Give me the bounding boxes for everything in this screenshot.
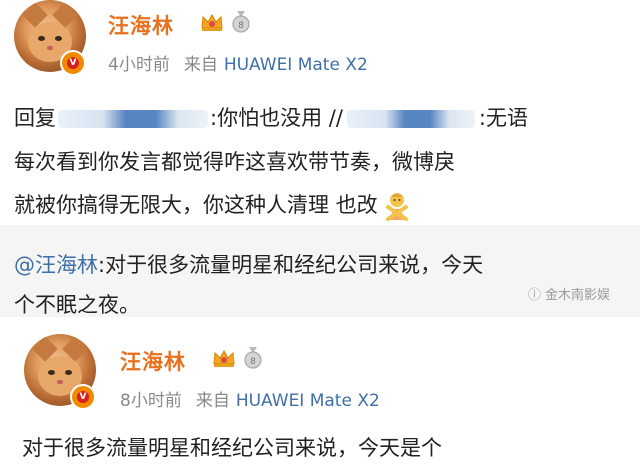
medal-badge-icon[interactable]: 8: [243, 347, 263, 369]
avatar-cat-nose: [47, 46, 53, 50]
crossed-arms-emoji-icon: [385, 193, 408, 221]
mention-link[interactable]: @汪海林: [14, 253, 98, 277]
from-label: 来自: [195, 391, 230, 411]
avatar-cat-eye: [65, 370, 72, 375]
repost-box[interactable]: @汪海林:对于很多流量明星和经纪公司来说，今天 个不眠之夜。: [0, 225, 640, 317]
reply-text: :无语: [478, 106, 528, 130]
repost-text: :对于很多流量明星和经纪公司来说，今天: [98, 253, 484, 277]
watermark-icon: ⓘ: [527, 288, 545, 303]
watermark: ⓘ 金木南影娱: [528, 284, 610, 303]
post-text: 就被你搞得无限大，你这种人清理 也改: [14, 193, 378, 217]
post-meta: 4小时前 来自 HUAWEI Mate X2: [108, 50, 368, 75]
crown-badge-icon[interactable]: [212, 348, 236, 368]
repost-line: 个不眠之夜。: [14, 293, 140, 317]
avatar-cat-eye: [38, 36, 45, 41]
username[interactable]: 汪海林: [120, 346, 186, 376]
post-text-line: 每次看到你发言都觉得咋这喜欢带节奏，微博戾: [14, 150, 455, 174]
verified-badge-icon: V: [60, 50, 86, 76]
repost-line: @汪海林:对于很多流量明星和经纪公司来说，今天: [14, 249, 483, 279]
crown-badge-icon[interactable]: [200, 12, 224, 32]
avatar-cat-eye: [55, 36, 62, 41]
svg-text:8: 8: [238, 21, 244, 31]
reply-prefix: 回复: [14, 106, 56, 130]
reply-line: 回复 :你怕也没用 // :无语: [14, 102, 528, 132]
avatar-cat-nose: [57, 380, 63, 384]
medal-badge-icon[interactable]: 8: [231, 11, 251, 33]
post-text-line: 对于很多流量明星和经纪公司来说，今天是个: [22, 436, 442, 460]
device-link[interactable]: HUAWEI Mate X2: [236, 391, 380, 411]
svg-text:8: 8: [250, 357, 256, 367]
from-label: 来自: [183, 55, 218, 75]
post-text-line: 就被你搞得无限大，你这种人清理 也改: [14, 189, 412, 221]
blurred-mention[interactable]: [346, 110, 475, 128]
reply-text: :你怕也没用 //: [210, 106, 343, 130]
post-time[interactable]: 8小时前: [120, 391, 182, 411]
device-link[interactable]: HUAWEI Mate X2: [224, 55, 368, 75]
watermark-text: 金木南影娱: [544, 288, 610, 303]
verified-badge-icon: V: [70, 384, 96, 410]
blurred-mention[interactable]: [58, 110, 208, 128]
post-time[interactable]: 4小时前: [108, 55, 170, 75]
avatar-cat-eye: [48, 370, 55, 375]
post-meta: 8小时前 来自 HUAWEI Mate X2: [120, 386, 380, 411]
username[interactable]: 汪海林: [108, 10, 174, 40]
